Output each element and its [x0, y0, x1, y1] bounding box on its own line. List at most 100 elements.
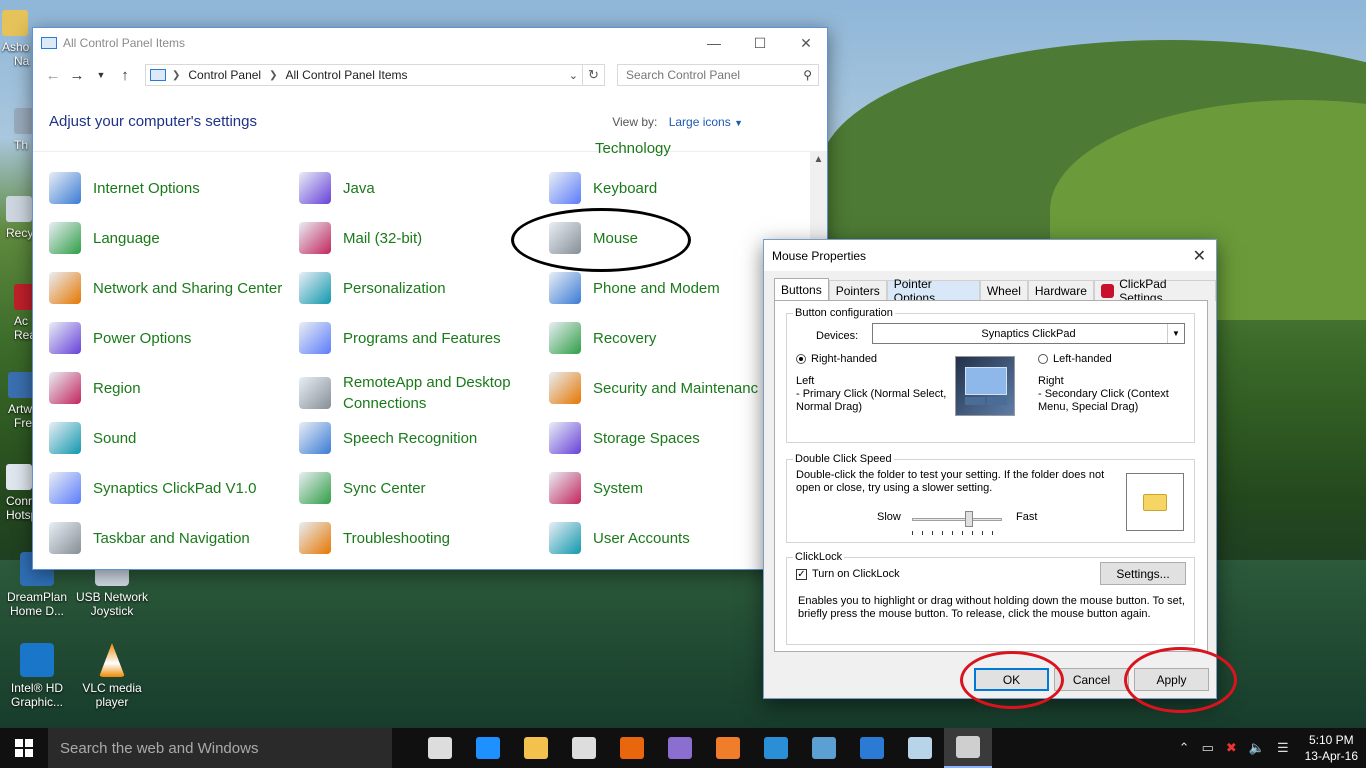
cp-item-taskbar-and-navigation[interactable]: Taskbar and Navigation: [49, 522, 289, 554]
taskbar-app-mouse[interactable]: [944, 728, 992, 768]
start-button[interactable]: [0, 728, 48, 768]
tab-pointer-options[interactable]: Pointer Options: [886, 277, 980, 305]
desktop-icon-label: Th: [14, 138, 29, 152]
clock[interactable]: 5:10 PM 13-Apr-16: [1305, 732, 1358, 764]
taskbar-search-input[interactable]: Search the web and Windows: [48, 728, 392, 768]
cp-item-personalization[interactable]: Personalization: [299, 272, 539, 304]
vs-icon: [668, 737, 692, 759]
control-panel-titlebar[interactable]: All Control Panel Items — ☐ ✕: [33, 28, 827, 58]
taskbar-app-xampp[interactable]: [704, 728, 752, 768]
cp-item-troubleshooting[interactable]: Troubleshooting: [299, 522, 539, 554]
cp-item-remoteapp-and-desktop-connections[interactable]: RemoteApp and Desktop Connections: [299, 372, 539, 414]
address-dropdown-icon[interactable]: ⌄: [569, 69, 578, 82]
desktop-icon-vlc[interactable]: VLC media player: [72, 643, 152, 709]
devices-value: Synaptics ClickPad: [981, 327, 1076, 340]
cp-item-language[interactable]: Language: [49, 222, 289, 254]
taskbar-app-control-panel[interactable]: [848, 728, 896, 768]
cancel-button[interactable]: Cancel: [1054, 668, 1129, 691]
firefox-icon: [620, 737, 644, 759]
devices-select[interactable]: Synaptics ClickPad ▼: [872, 323, 1185, 344]
flag-icon: [549, 372, 581, 404]
network-icon[interactable]: ✖: [1226, 740, 1237, 756]
edge-icon: [476, 737, 500, 759]
chevron-down-icon[interactable]: ▼: [1167, 324, 1184, 343]
cp-item-mouse[interactable]: Mouse: [549, 222, 789, 254]
cp-item-keyboard[interactable]: Keyboard: [549, 172, 789, 204]
right-handed-radio[interactable]: Right-handed: [796, 353, 877, 366]
cp-item-user-accounts[interactable]: User Accounts: [549, 522, 789, 554]
cp-item-synaptics-clickpad-v1-0[interactable]: Synaptics ClickPad V1.0: [49, 472, 289, 504]
apply-button[interactable]: Apply: [1134, 668, 1209, 691]
checkbox-checked-icon: ✓: [796, 568, 807, 580]
taskbar-app-photos[interactable]: [800, 728, 848, 768]
clicklock-checkbox[interactable]: ✓ Turn on ClickLock: [796, 568, 900, 581]
refresh-button[interactable]: ↻: [583, 64, 605, 86]
tab-buttons[interactable]: Buttons: [774, 278, 829, 301]
breadcrumb-all-items[interactable]: All Control Panel Items: [286, 68, 408, 82]
left-handed-radio[interactable]: Left-handed: [1038, 353, 1112, 366]
language-icon: [49, 222, 81, 254]
tab-label: Hardware: [1034, 284, 1087, 298]
taskbar-app-store[interactable]: [560, 728, 608, 768]
tab-hardware[interactable]: Hardware: [1027, 280, 1094, 301]
cp-item-mail-32-bit[interactable]: Mail (32-bit): [299, 222, 539, 254]
cp-item-recovery[interactable]: Recovery: [549, 322, 789, 354]
tab-pointers[interactable]: Pointers: [828, 280, 887, 301]
minimize-button[interactable]: —: [691, 28, 737, 58]
maximize-button[interactable]: ☐: [737, 28, 783, 58]
clicklock-settings-button[interactable]: Settings...: [1100, 562, 1186, 585]
action-center-icon[interactable]: ☰: [1277, 740, 1289, 756]
taskbar-app-edge[interactable]: [464, 728, 512, 768]
folder-icon: [1143, 493, 1167, 511]
close-button[interactable]: ✕: [783, 28, 827, 58]
cp-item-label: Network and Sharing Center: [93, 279, 283, 297]
cp-item-network-and-sharing-center[interactable]: Network and Sharing Center: [49, 272, 289, 304]
scroll-up-icon[interactable]: ▲: [810, 152, 827, 165]
volume-icon[interactable]: 🔈: [1249, 740, 1265, 756]
slow-label: Slow: [877, 511, 901, 523]
desktop-icon-intel-hd[interactable]: Intel® HD Graphic...: [0, 643, 74, 709]
cp-item-label: Personalization: [343, 279, 446, 297]
view-by-dropdown[interactable]: Large icons ▼: [669, 115, 743, 129]
clicklock-desc: Enables you to highlight or drag without…: [798, 595, 1185, 620]
cp-item-java[interactable]: Java: [299, 172, 539, 204]
dialog-titlebar[interactable]: Mouse Properties ✕: [764, 240, 1216, 271]
cp-item-storage-spaces[interactable]: Storage Spaces: [549, 422, 789, 454]
cp-item-programs-and-features[interactable]: Programs and Features: [299, 322, 539, 354]
taskbar-app-task-view[interactable]: [416, 728, 464, 768]
search-input[interactable]: Search Control Panel ⚲: [617, 64, 819, 86]
forward-button[interactable]: →: [65, 67, 89, 84]
address-field[interactable]: ❯ Control Panel ❯ All Control Panel Item…: [145, 64, 583, 86]
cp-item-sync-center[interactable]: Sync Center: [299, 472, 539, 504]
clock-time: 5:10 PM: [1308, 733, 1354, 747]
desktop-icon-label: VLC media: [82, 681, 142, 695]
recent-locations-button[interactable]: ▼: [89, 70, 113, 80]
double-click-speed-slider[interactable]: [912, 511, 1002, 537]
cp-item-label: Synaptics ClickPad V1.0: [93, 479, 257, 497]
cp-item-region[interactable]: Region: [49, 372, 289, 404]
taskbar-app-clickpad[interactable]: [896, 728, 944, 768]
cp-item-power-options[interactable]: Power Options: [49, 322, 289, 354]
tab-clickpad-settings[interactable]: ClickPad Settings: [1093, 277, 1216, 305]
tab-wheel[interactable]: Wheel: [979, 280, 1028, 301]
cp-item-sound[interactable]: Sound: [49, 422, 289, 454]
cp-item-security-and-maintenanc[interactable]: Security and Maintenanc: [549, 372, 789, 404]
breadcrumb-control-panel[interactable]: Control Panel: [188, 68, 261, 82]
slider-thumb[interactable]: [965, 511, 973, 527]
show-hidden-icons-icon[interactable]: ⌃: [1179, 740, 1190, 756]
cp-item-internet-options[interactable]: Internet Options: [49, 172, 289, 204]
battery-icon[interactable]: ▭: [1202, 740, 1214, 756]
close-icon[interactable]: ✕: [1193, 246, 1206, 266]
back-button[interactable]: ←: [41, 67, 65, 84]
cp-item-speech-recognition[interactable]: Speech Recognition: [299, 422, 539, 454]
ok-button[interactable]: OK: [974, 668, 1049, 691]
taskbar-app-file-explorer[interactable]: [512, 728, 560, 768]
taskbar-app-vs[interactable]: [656, 728, 704, 768]
cp-item-phone-and-modem[interactable]: Phone and Modem: [549, 272, 789, 304]
test-folder[interactable]: [1126, 473, 1184, 531]
taskbar-app-ie[interactable]: [752, 728, 800, 768]
troubleshoot-icon: [299, 522, 331, 554]
cp-item-system[interactable]: System: [549, 472, 789, 504]
taskbar-app-firefox[interactable]: [608, 728, 656, 768]
up-button[interactable]: ↑: [113, 67, 137, 84]
